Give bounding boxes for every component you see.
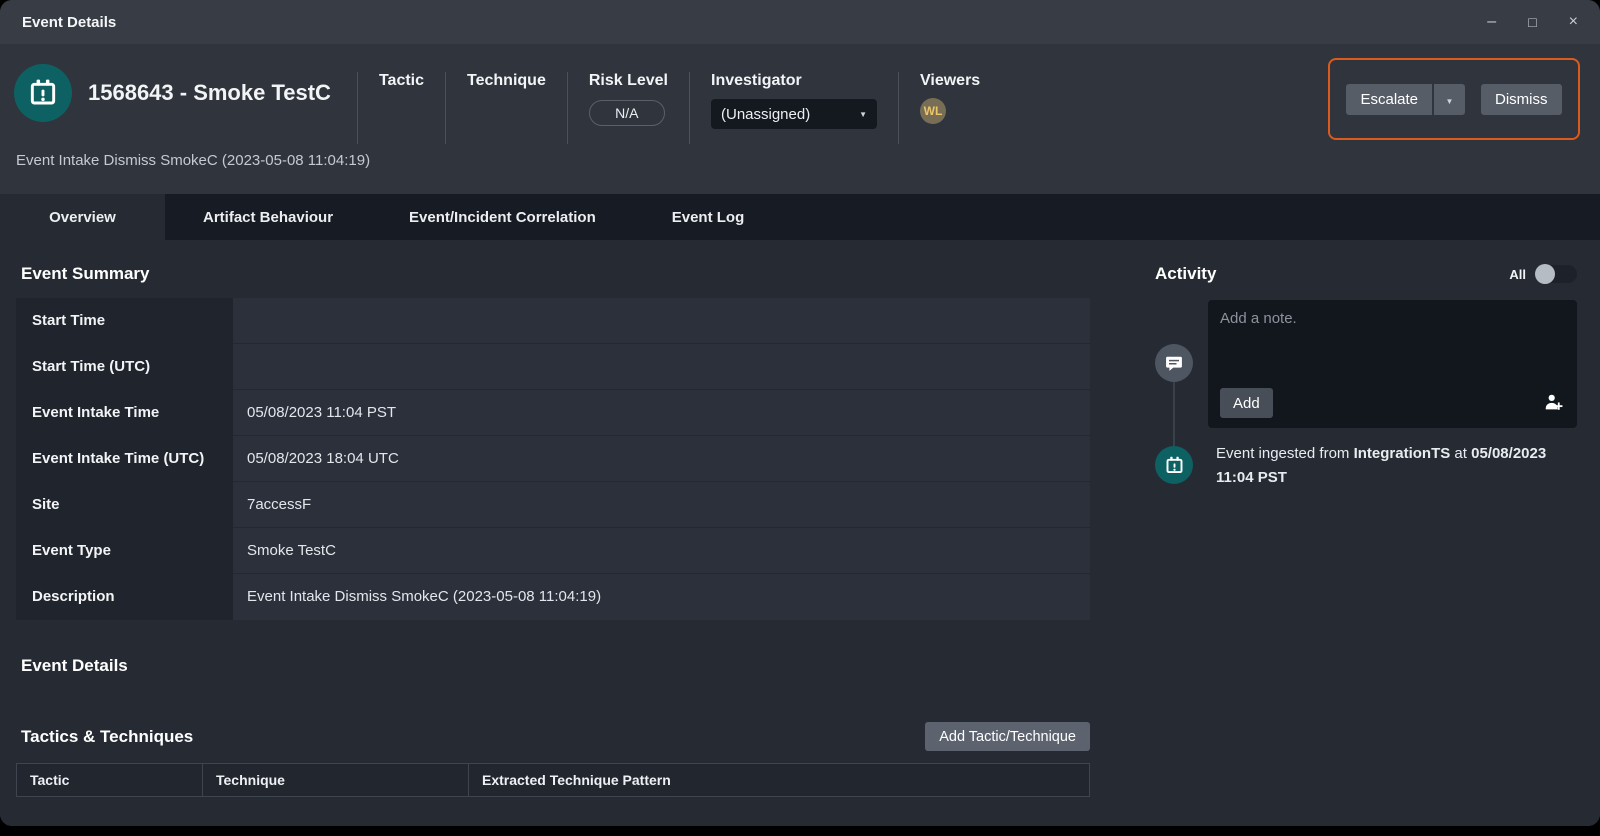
column-header-technique: Technique [203,764,469,796]
escalate-button-group: Escalate ▼ [1346,84,1465,115]
activity-heading: Activity [1155,264,1216,284]
event-actions-box: Escalate ▼ Dismiss [1328,58,1580,140]
overview-content: Event Summary Start Time Start Time (UTC… [0,240,1600,826]
meta-investigator: Investigator (Unassigned) ▼ [689,72,898,144]
row-label: Event Intake Time (UTC) [16,436,233,482]
tactics-techniques-header: Tactics & Techniques Add Tactic/Techniqu… [16,722,1090,751]
ingest-message: Event ingested from IntegrationTS at 05/… [1208,442,1577,490]
row-value: 05/08/2023 18:04 UTC [233,436,1090,482]
event-subtitle: Event Intake Dismiss SmokeC (2023-05-08 … [16,152,370,169]
row-label: Start Time [16,298,233,344]
note-input[interactable] [1208,300,1577,366]
timeline-rail [1155,300,1193,490]
event-meta-row: Tactic Technique Risk Level N/A Investig… [357,72,1001,144]
row-label: Event Intake Time [16,390,233,436]
window-controls: – □ × [1487,14,1578,30]
meta-tactic: Tactic [357,72,445,144]
activity-panel: Activity All [1155,240,1600,490]
row-value: Smoke TestC [233,528,1090,574]
investigator-value: (Unassigned) [721,106,810,123]
tactics-techniques-heading: Tactics & Techniques [21,727,193,747]
chevron-down-icon: ▼ [1446,97,1454,106]
viewer-avatar: WL [920,98,946,124]
note-comment-icon [1155,344,1193,382]
maximize-icon[interactable]: □ [1528,15,1536,29]
tab-overview[interactable]: Overview [0,194,165,240]
row-label: Description [16,574,233,620]
event-details-heading: Event Details [21,656,1090,676]
event-header: 1568643 - Smoke TestC Tactic Technique R… [0,44,1600,194]
investigator-select[interactable]: (Unassigned) ▼ [711,99,877,129]
table-row: Site 7accessF [16,482,1090,528]
close-icon[interactable]: × [1569,14,1578,30]
tabbar: Overview Artifact Behaviour Event/Incide… [0,194,1600,240]
event-summary-table: Start Time Start Time (UTC) Event Intake… [16,298,1090,620]
meta-risk-level: Risk Level N/A [567,72,689,144]
main-column: Event Summary Start Time Start Time (UTC… [16,240,1090,797]
event-details-window: Event Details – □ × 1568643 - Smoke Test… [0,0,1600,826]
row-label: Event Type [16,528,233,574]
tab-artifact-behaviour[interactable]: Artifact Behaviour [165,194,371,240]
risk-level-label: Risk Level [589,72,668,90]
technique-label: Technique [467,72,546,90]
tab-event-incident-correlation[interactable]: Event/Incident Correlation [371,194,634,240]
viewers-label: Viewers [920,72,980,90]
titlebar: Event Details – □ × [0,0,1600,44]
ingest-source: IntegrationTS [1354,445,1451,462]
table-row: Description Event Intake Dismiss SmokeC … [16,574,1090,620]
activity-filter: All [1509,265,1577,283]
table-row: Event Intake Time 05/08/2023 11:04 PST [16,390,1090,436]
note-composer: Add [1208,300,1577,428]
activity-header: Activity All [1155,264,1577,284]
meta-viewers: Viewers WL [898,72,1001,144]
risk-level-badge: N/A [589,100,665,126]
dismiss-button[interactable]: Dismiss [1481,84,1562,115]
add-tactic-technique-button[interactable]: Add Tactic/Technique [925,722,1090,751]
meta-technique: Technique [445,72,567,144]
event-calendar-alert-icon [14,64,72,122]
event-title: 1568643 - Smoke TestC [88,80,331,106]
event-calendar-alert-icon [1155,446,1193,484]
person-add-icon[interactable] [1543,391,1565,418]
minimize-icon[interactable]: – [1487,14,1496,30]
timeline-content: Add Event ingested from IntegrationTS at… [1208,300,1577,490]
row-value: Event Intake Dismiss SmokeC (2023-05-08 … [233,574,1090,620]
tab-event-log[interactable]: Event Log [634,194,783,240]
tactic-label: Tactic [379,72,424,90]
table-row: Event Type Smoke TestC [16,528,1090,574]
toggle-knob [1535,264,1555,284]
event-summary-heading: Event Summary [21,264,1090,284]
chevron-down-icon: ▼ [859,110,867,119]
add-note-button[interactable]: Add [1220,388,1273,418]
tactics-techniques-table: Tactic Technique Extracted Technique Pat… [16,763,1090,797]
row-value: 05/08/2023 11:04 PST [233,390,1090,436]
column-header-extracted-pattern: Extracted Technique Pattern [469,764,1089,796]
table-row: Start Time [16,298,1090,344]
escalate-button[interactable]: Escalate [1346,84,1432,115]
table-row: Event Intake Time (UTC) 05/08/2023 18:04… [16,436,1090,482]
investigator-label: Investigator [711,72,877,90]
escalate-dropdown-button[interactable]: ▼ [1434,84,1465,115]
activity-timeline: Add Event ingested from IntegrationTS at… [1155,300,1577,490]
column-header-tactic: Tactic [17,764,203,796]
row-value [233,298,1090,344]
event-header-main: 1568643 - Smoke TestC Tactic Technique R… [14,64,1001,144]
row-label: Site [16,482,233,528]
all-toggle-switch[interactable] [1535,265,1577,283]
row-value [233,344,1090,390]
all-toggle-label: All [1509,267,1526,282]
ingest-prefix: Event ingested from [1216,445,1354,462]
ingest-middle: at [1450,445,1471,462]
table-row: Start Time (UTC) [16,344,1090,390]
row-label: Start Time (UTC) [16,344,233,390]
row-value: 7accessF [233,482,1090,528]
window-title: Event Details [22,14,116,31]
